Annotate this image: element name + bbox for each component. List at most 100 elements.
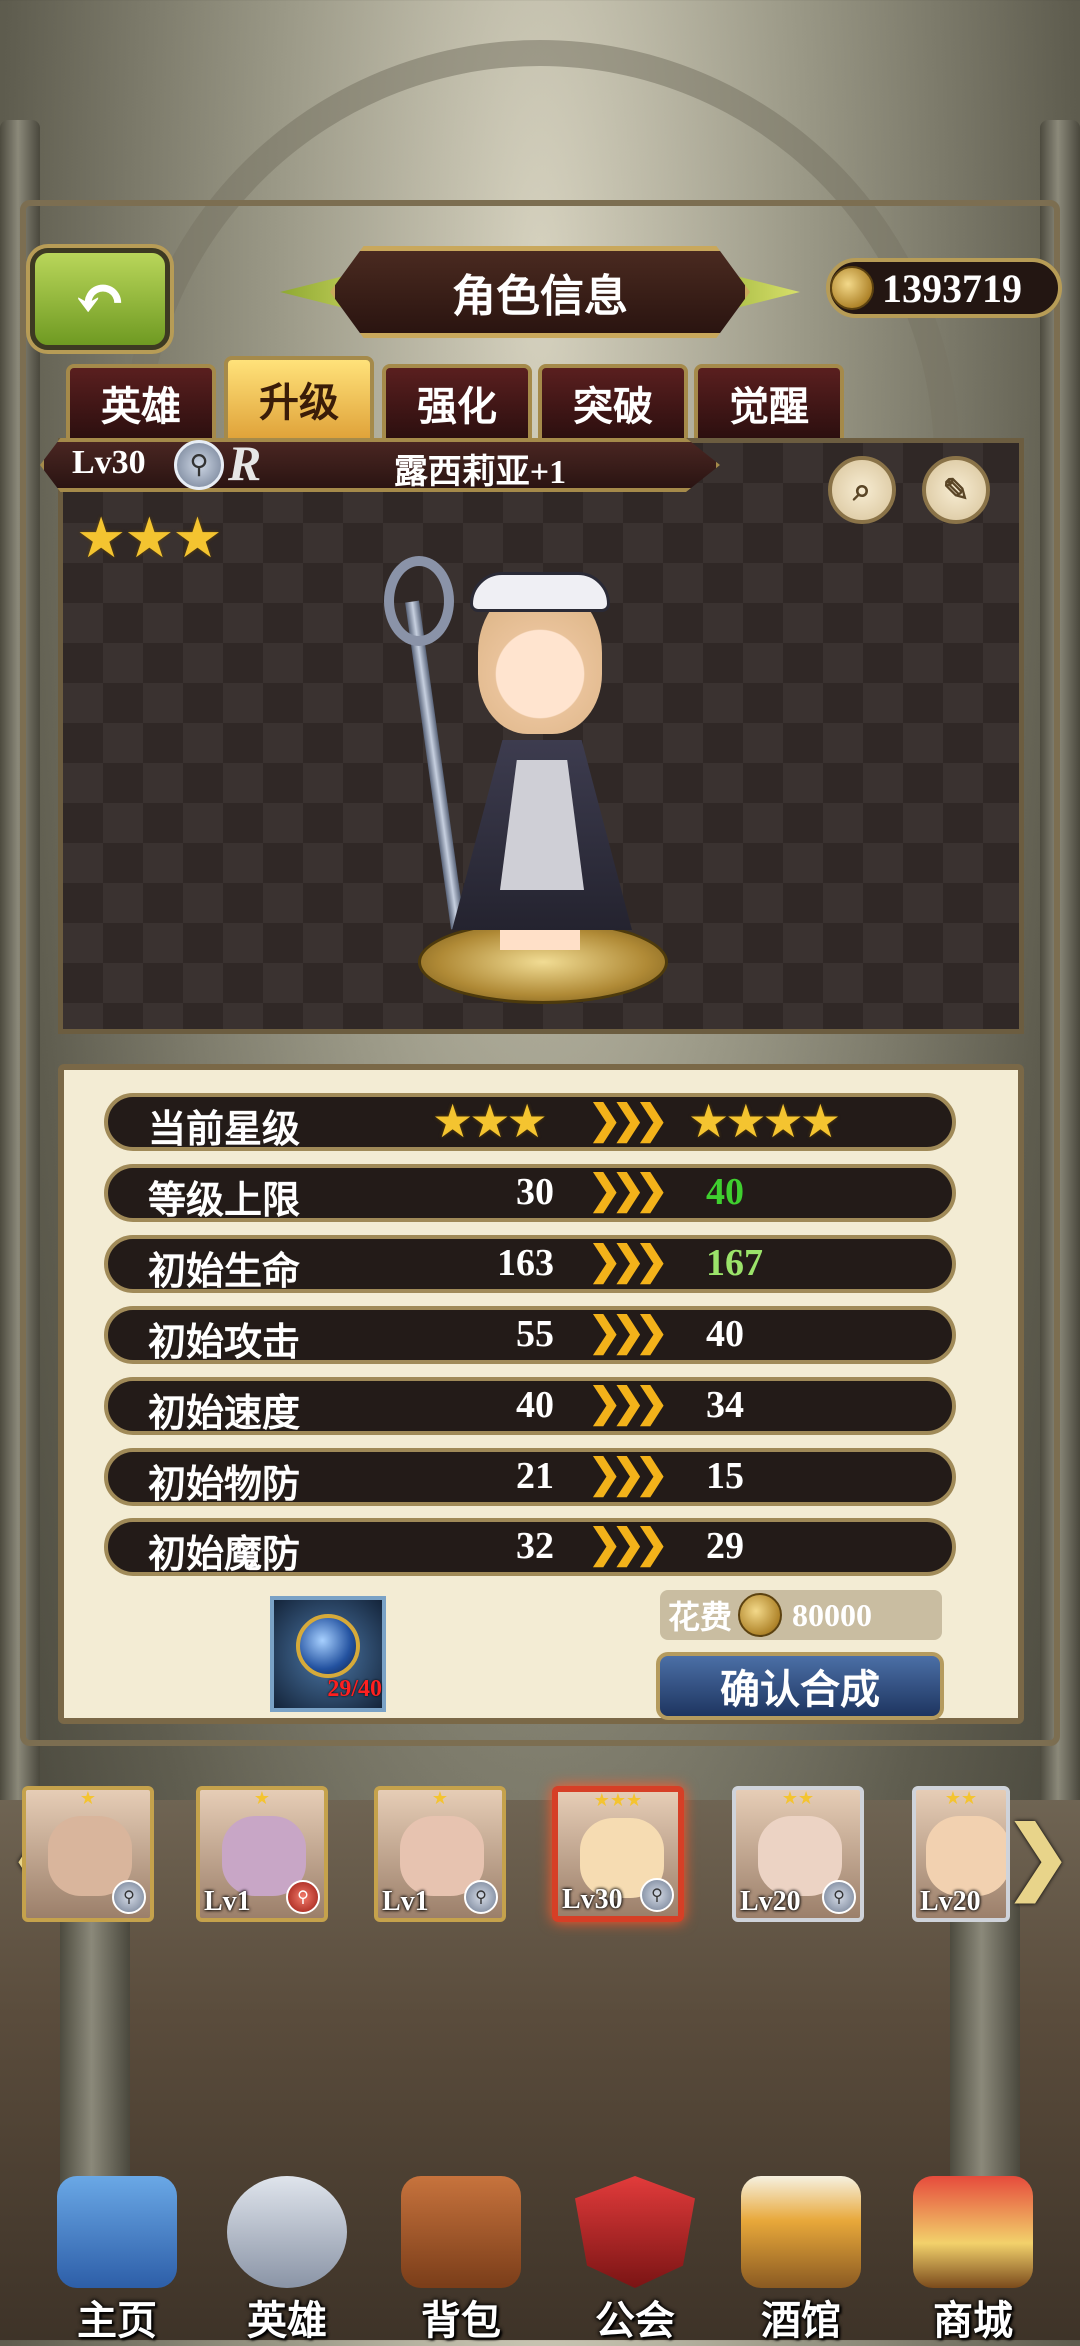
zoom-button[interactable]: ⌕ [828, 456, 896, 524]
gold-counter: 1393719 [826, 258, 1062, 318]
guild-shield-icon [575, 2176, 695, 2288]
stat-label: 当前星级 [148, 1109, 301, 1151]
nav-home[interactable]: 主页 [42, 2176, 192, 2343]
stat-current: 163 [497, 1242, 554, 1284]
tab-upgrade[interactable]: 升级 [224, 356, 374, 438]
hero-maid-cap [470, 572, 610, 612]
nav-bag[interactable]: 背包 [386, 2176, 536, 2343]
nav-label: 英雄 [247, 2298, 327, 2343]
cost-box: 花费 80000 [660, 1590, 942, 1640]
nav-shop[interactable]: 商城 [898, 2176, 1048, 2343]
nav-tavern[interactable]: 酒馆 [726, 2176, 876, 2343]
hero-name: 露西莉亚+1 [393, 454, 567, 491]
tab-awaken[interactable]: 觉醒 [694, 364, 844, 438]
mage-staff-icon: ⚲ [112, 1880, 146, 1914]
mage-staff-icon: ⚲ [174, 440, 224, 490]
stat-next: 167 [706, 1242, 763, 1284]
current-stars: ★★★ [432, 1096, 548, 1147]
hero-card[interactable]: ★ ⚲ [22, 1786, 154, 1922]
hero-card[interactable]: ★★ Lv20 ⚲ [732, 1786, 864, 1922]
upgrade-arrow-icon: ❯❯❯ [588, 1238, 668, 1283]
stat-label: 等级上限 [148, 1180, 301, 1222]
mage-staff-icon: ⚲ [822, 1880, 856, 1914]
card-level: Lv20 [740, 1886, 801, 1917]
rarity-badge: R [228, 435, 262, 491]
card-level: Lv1 [204, 1886, 251, 1917]
floor-pillar-left [60, 1900, 130, 2200]
stat-label: 初始生命 [148, 1251, 301, 1293]
stat-next: 15 [706, 1455, 744, 1497]
gold-amount: 1393719 [882, 265, 1022, 311]
card-stars: ★★ [781, 1788, 815, 1808]
upgrade-arrow-icon: ❯❯❯ [588, 1309, 668, 1354]
mage-staff-icon: ⚲ [640, 1878, 674, 1912]
backpack-icon [401, 2176, 521, 2288]
nav-label: 酒馆 [761, 2298, 841, 2343]
upgrade-arrow-icon: ❯❯❯ [588, 1521, 668, 1566]
upgrade-arrow-icon: ❯❯❯ [588, 1097, 668, 1142]
back-arrow-icon: ↶ [73, 263, 127, 335]
gold-coin-icon [738, 1593, 783, 1637]
next-stars: ★★★★ [688, 1096, 841, 1147]
card-level: Lv20 [920, 1886, 981, 1917]
beer-mug-icon [741, 2176, 861, 2288]
magnifier-icon: ⌕ [853, 471, 871, 507]
stat-label: 初始攻击 [148, 1322, 301, 1364]
nav-guild[interactable]: 公会 [560, 2176, 710, 2343]
knight-helmet-icon [227, 2176, 347, 2288]
confirm-merge-button[interactable]: 确认合成 [656, 1652, 944, 1720]
stat-current: 40 [516, 1384, 554, 1426]
card-stars: ★ [253, 1788, 271, 1808]
upgrade-arrow-icon: ❯❯❯ [588, 1451, 668, 1496]
card-stars: ★★★ [593, 1790, 643, 1810]
tab-enhance[interactable]: 强化 [382, 364, 532, 438]
tab-hero[interactable]: 英雄 [66, 364, 216, 438]
back-button[interactable]: ↶ [30, 248, 170, 350]
castle-icon [57, 2176, 177, 2288]
hero-level: Lv30 [72, 444, 146, 481]
hero-card-selected[interactable]: ★★★ Lv30 ⚲ [552, 1786, 684, 1922]
nav-label: 商城 [933, 2298, 1013, 2343]
stat-label: 初始魔防 [148, 1534, 301, 1576]
shop-stall-icon [913, 2176, 1033, 2288]
nav-label: 主页 [77, 2298, 157, 2343]
staff-head [384, 556, 454, 646]
upgrade-arrow-icon: ❯❯❯ [588, 1167, 668, 1212]
stat-current: 32 [516, 1525, 554, 1567]
upgrade-arrow-icon: ❯❯❯ [588, 1380, 668, 1425]
hero-card[interactable]: ★ Lv1 ⚲ [196, 1786, 328, 1922]
card-stars: ★ [79, 1788, 97, 1808]
material-count: 29/40 [327, 1676, 382, 1702]
card-stars: ★★ [944, 1788, 978, 1808]
hero-star-rating: ★★★ [76, 508, 223, 570]
nav-heroes[interactable]: 英雄 [212, 2176, 362, 2343]
hero-portrait [926, 1816, 1006, 1896]
info-button[interactable]: ✎ [922, 456, 990, 524]
hero-card[interactable]: ★ Lv1 ⚲ [374, 1786, 506, 1922]
gold-coin-icon [830, 266, 874, 310]
nav-label: 背包 [421, 2298, 501, 2343]
card-level: Lv1 [382, 1886, 429, 1917]
card-level: Lv30 [562, 1884, 623, 1915]
card-stars: ★ [431, 1788, 449, 1808]
nav-label: 公会 [595, 2298, 675, 2343]
page-title: 角色信息 [330, 246, 750, 338]
red-staff-icon: ⚲ [286, 1880, 320, 1914]
cost-label: 花费 [668, 1599, 733, 1635]
tab-breakthrough[interactable]: 突破 [538, 364, 688, 438]
stat-next: 34 [706, 1384, 744, 1426]
hero-card[interactable]: ★★ Lv20 [912, 1786, 1010, 1922]
stat-current: 30 [516, 1171, 554, 1213]
stat-current: 55 [516, 1313, 554, 1355]
stat-label: 初始物防 [148, 1464, 301, 1506]
stat-next: 29 [706, 1525, 744, 1567]
profile-note-icon: ✎ [942, 472, 970, 508]
floor-pillar-right [950, 1900, 1020, 2200]
blue-orb-icon [296, 1614, 360, 1678]
stat-label: 初始速度 [148, 1393, 301, 1435]
carousel-next-arrow-icon[interactable]: ❯ [1004, 1808, 1071, 1904]
cost-value: 80000 [792, 1596, 873, 1633]
mage-staff-icon: ⚲ [464, 1880, 498, 1914]
stat-next: 40 [706, 1313, 744, 1355]
stat-next: 40 [706, 1171, 744, 1213]
